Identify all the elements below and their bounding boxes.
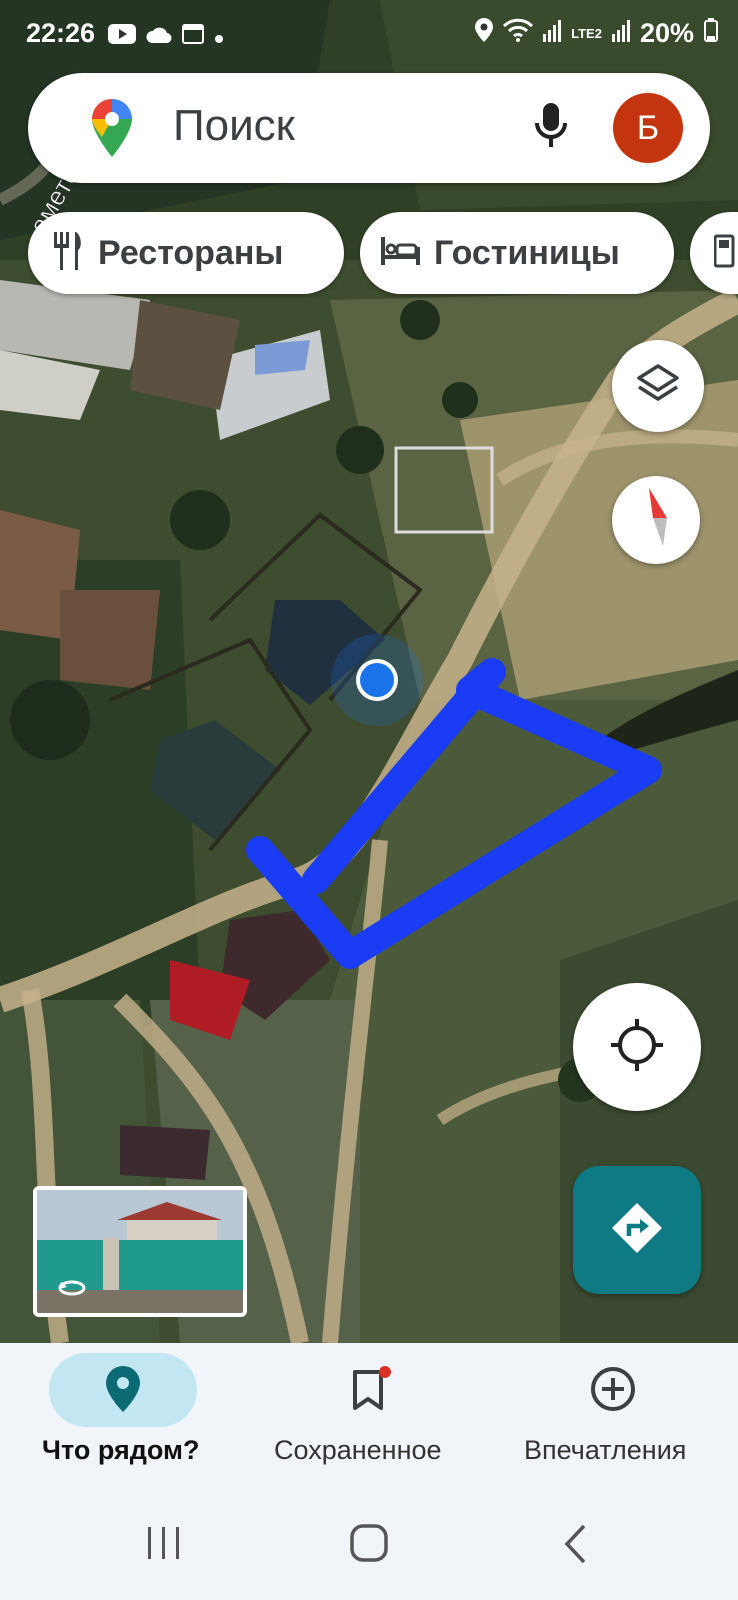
compass-button[interactable] [612,476,700,564]
restaurant-icon [52,231,84,275]
lte-label: LTE2 [571,25,602,41]
status-time: 22:26 [26,18,96,48]
rotate-360-icon [57,1278,87,1303]
chip-restaurants[interactable]: Рестораны [28,212,344,294]
dot-icon [214,20,224,51]
home-icon[interactable] [350,1524,388,1567]
chip-hotels[interactable]: Гостиницы [360,212,674,294]
my-location-dot [360,663,394,697]
tab-saved[interactable]: Сохраненное [246,1343,492,1483]
map-view[interactable]: амето [0,0,738,1343]
add-circle-icon [590,1366,636,1417]
battery-percent: 20% [639,18,694,48]
search-bar[interactable]: Поиск Б [28,73,710,183]
gas-station-icon [713,234,738,273]
tab-contribute[interactable]: Впечатления [492,1343,738,1483]
status-bar: 22:26 LTE2 20% [0,0,738,68]
street-view-thumbnail[interactable] [33,1186,247,1317]
directions-icon [610,1201,664,1260]
youtube-icon [108,20,136,51]
crosshair-icon [609,1017,665,1078]
layers-button[interactable] [612,340,704,432]
my-location-button[interactable] [573,983,701,1111]
calendar-icon [182,20,204,51]
tab-label: Сохраненное [274,1435,442,1465]
chip-label: Рестораны [98,233,284,272]
location-pin-icon [105,1366,141,1417]
battery-icon [704,18,718,49]
search-input[interactable]: Поиск [173,101,295,151]
cloud-icon [146,20,172,51]
google-maps-logo [90,97,134,164]
location-status-icon [475,18,494,49]
directions-button[interactable] [573,1166,701,1294]
system-navigation-bar [0,1500,738,1600]
back-icon[interactable] [564,1524,588,1569]
tab-explore[interactable]: Что рядом? [0,1343,246,1483]
hotel-icon [380,236,420,270]
bookmark-icon [351,1366,395,1417]
signal-icon [543,18,562,49]
signal-2-icon [611,18,630,49]
compass-icon [641,487,671,553]
satellite-imagery: амето [0,0,738,1343]
wifi-icon [503,18,534,49]
tab-label: Впечатления [524,1435,687,1465]
tab-label: Что рядом? [42,1435,200,1465]
chip-label: Гостиницы [434,233,620,272]
microphone-icon[interactable] [534,103,568,156]
avatar[interactable]: Б [613,93,683,163]
recent-apps-icon[interactable] [146,1525,182,1566]
layers-icon [637,363,679,409]
